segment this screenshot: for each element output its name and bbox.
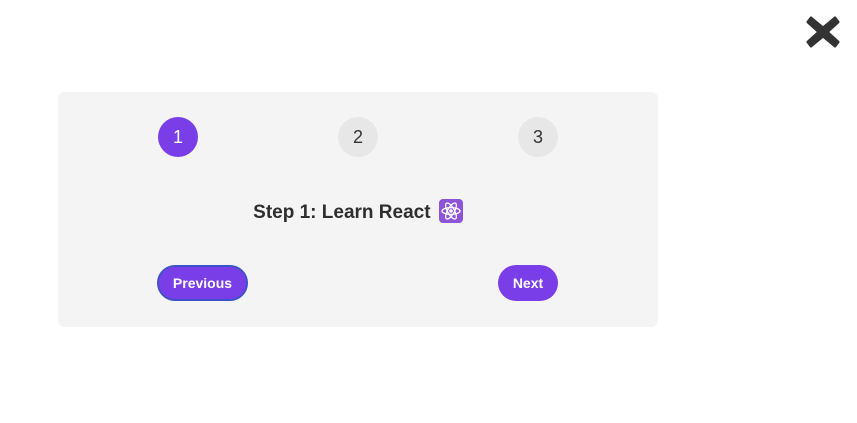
close-icon[interactable]	[806, 14, 840, 50]
stepper-card: 1 2 3 Step 1: Learn React Previous Next	[58, 92, 658, 327]
step-indicator-2[interactable]: 2	[338, 117, 378, 157]
next-button[interactable]: Next	[498, 265, 558, 301]
atom-icon	[438, 199, 463, 223]
previous-button[interactable]: Previous	[157, 265, 248, 301]
step-message-text: Step 1: Learn React	[253, 202, 431, 223]
step-message: Step 1: Learn React	[58, 199, 658, 224]
step-indicator-1[interactable]: 1	[158, 117, 198, 157]
step-indicator-3[interactable]: 3	[518, 117, 558, 157]
